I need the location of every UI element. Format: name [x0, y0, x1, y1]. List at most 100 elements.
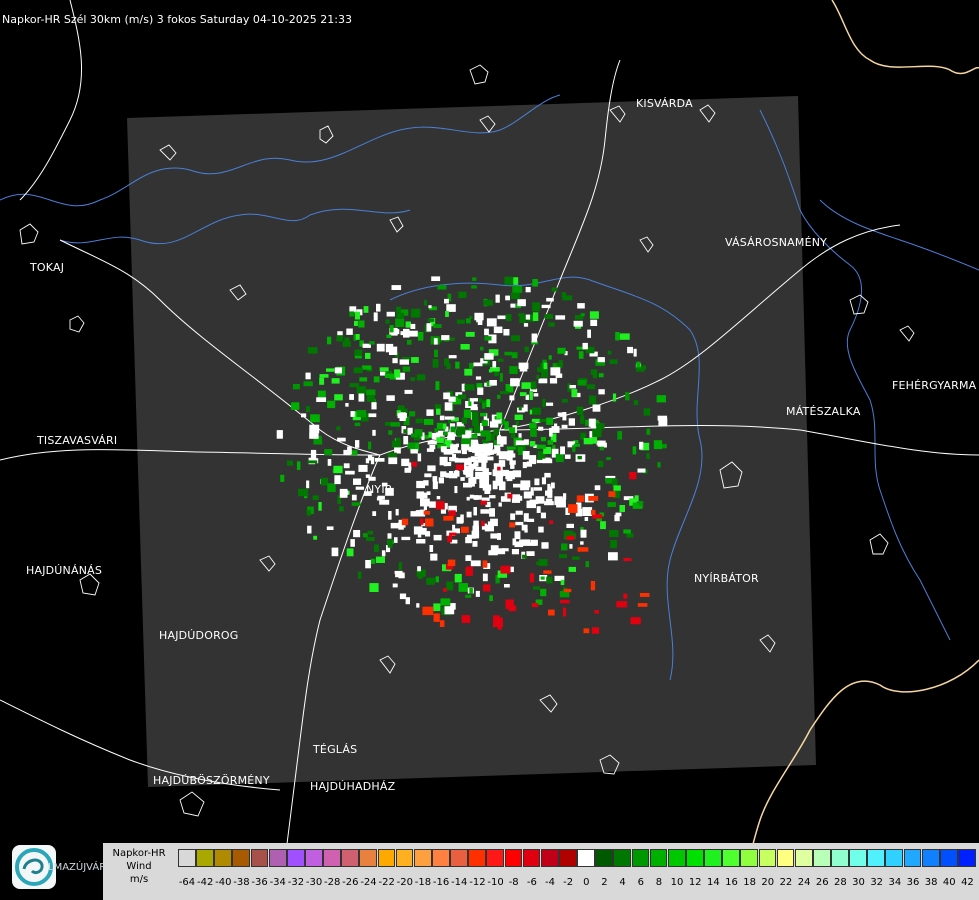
radar-echo — [355, 440, 360, 448]
radar-echo — [504, 276, 514, 285]
radar-echo — [540, 512, 546, 519]
radar-echo-red — [583, 628, 590, 634]
legend-swatch — [794, 849, 813, 867]
legend-swatch — [776, 849, 795, 867]
radar-echo — [403, 436, 409, 445]
radar-echo — [472, 277, 477, 281]
radar-echo — [615, 332, 620, 341]
radar-echo — [536, 375, 540, 380]
radar-echo — [405, 597, 410, 605]
radar-echo — [497, 394, 501, 399]
radar-echo — [481, 497, 490, 501]
radar-echo — [366, 537, 375, 541]
radar-echo — [482, 402, 486, 409]
radar-echo — [373, 376, 380, 383]
radar-echo — [357, 571, 362, 579]
radar-echo — [606, 457, 611, 461]
radar-echo-red — [443, 588, 447, 592]
radar-echo — [408, 330, 418, 337]
radar-echo — [358, 464, 368, 472]
radar-echo — [469, 494, 474, 499]
radar-echo-red — [401, 518, 409, 526]
legend-tick-label: -18 — [414, 877, 432, 888]
radar-echo — [387, 452, 397, 458]
radar-echo — [510, 433, 516, 438]
legend-swatch — [595, 849, 614, 867]
radar-echo — [592, 369, 598, 379]
legend-swatch — [867, 849, 886, 867]
radar-echo — [464, 384, 475, 391]
radar-echo — [401, 458, 410, 467]
radar-echo — [388, 430, 393, 435]
radar-echo — [384, 373, 395, 379]
radar-echo — [423, 419, 434, 425]
radar-echo — [473, 507, 477, 516]
radar-echo — [427, 318, 435, 322]
radar-echo — [317, 390, 326, 398]
radar-echo — [540, 588, 547, 597]
radar-echo — [316, 397, 327, 402]
radar-echo — [310, 449, 317, 459]
legend-tick-label: -20 — [396, 877, 413, 888]
radar-echo — [662, 443, 667, 449]
radar-echo — [536, 506, 541, 513]
radar-echo — [544, 472, 551, 478]
radar-echo — [396, 312, 405, 319]
legend-swatch — [849, 849, 867, 867]
radar-echo — [331, 547, 339, 557]
radar-echo — [555, 453, 564, 463]
radar-echo — [580, 313, 585, 317]
radar-echo — [411, 357, 419, 363]
radar-echo — [530, 487, 534, 496]
legend-tick-label: 42 — [961, 877, 974, 888]
radar-echo — [473, 495, 478, 500]
radar-echo — [448, 396, 456, 402]
legend-swatches — [178, 849, 976, 869]
legend-swatch — [921, 849, 940, 867]
radar-echo — [353, 530, 361, 538]
legend-swatch — [286, 849, 305, 867]
radar-echo — [470, 406, 478, 411]
radar-echo — [374, 458, 385, 462]
radar-echo — [313, 535, 318, 540]
radar-echo — [588, 418, 596, 427]
radar-echo — [406, 339, 412, 345]
radar-echo — [411, 308, 421, 318]
radar-echo — [473, 520, 479, 530]
radar-echo — [488, 550, 498, 556]
radar-echo — [607, 502, 616, 507]
legend-swatch — [704, 849, 722, 867]
radar-echo — [324, 449, 333, 455]
radar-echo — [469, 398, 478, 402]
radar-echo-red — [465, 566, 473, 576]
radar-echo — [327, 459, 332, 466]
radar-echo — [349, 311, 355, 317]
radar-echo — [423, 300, 428, 306]
radar-echo — [510, 292, 520, 300]
town-label-hajdudorog: HAJDÚDOROG — [159, 629, 239, 642]
radar-echo — [326, 526, 334, 530]
radar-echo — [368, 441, 372, 450]
radar-echo-red — [483, 584, 491, 592]
radar-echo — [280, 474, 285, 482]
radar-echo — [610, 540, 617, 549]
radar-echo — [511, 335, 520, 342]
radar-echo — [538, 426, 544, 431]
radar-echo — [365, 560, 371, 569]
radar-echo — [455, 443, 459, 448]
radar-echo — [444, 416, 455, 420]
radar-echo — [433, 324, 442, 328]
radar-echo — [312, 495, 319, 500]
legend-title: Napkor-HR Wind m/s — [103, 843, 175, 900]
radar-echo — [429, 545, 434, 552]
radar-echo — [586, 384, 595, 390]
radar-echo — [394, 447, 401, 454]
legend-swatch — [812, 849, 831, 867]
radar-echo — [440, 598, 451, 606]
radar-echo — [334, 394, 343, 401]
radar-echo — [480, 412, 487, 417]
radar-echo — [597, 357, 605, 363]
radar-echo — [426, 409, 434, 416]
legend-tick-label: -8 — [508, 877, 519, 888]
radar-echo — [484, 490, 491, 494]
